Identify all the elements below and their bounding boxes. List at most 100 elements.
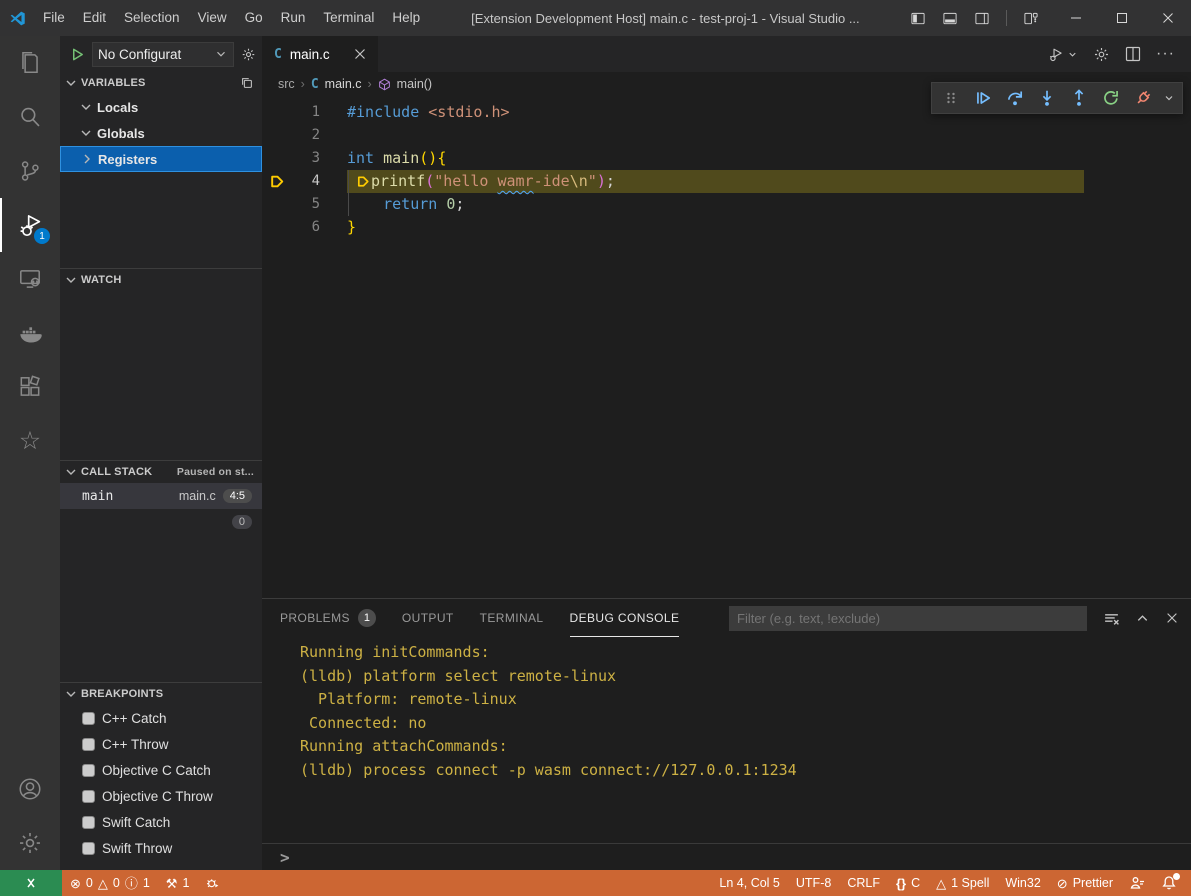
toggle-secondary-sidebar-icon[interactable] xyxy=(974,11,990,26)
language-mode-status[interactable]: {} C xyxy=(888,870,928,896)
breakpoint-row[interactable]: Objective C Throw xyxy=(60,783,262,809)
source-control-icon[interactable] xyxy=(0,144,60,198)
search-icon[interactable] xyxy=(0,90,60,144)
formatter-status[interactable]: ⊘ Prettier xyxy=(1049,870,1121,896)
accounts-icon[interactable] xyxy=(0,762,60,816)
remote-explorer-icon[interactable] xyxy=(0,252,60,306)
code-token: ; xyxy=(455,193,464,216)
cursor-position-status[interactable]: Ln 4, Col 5 xyxy=(711,870,787,896)
start-debug-icon[interactable] xyxy=(70,47,85,62)
breadcrumb-symbol[interactable]: main() xyxy=(397,77,432,91)
menu-view[interactable]: View xyxy=(189,0,236,36)
variables-scope-globals[interactable]: Globals xyxy=(60,120,262,146)
maximize-button[interactable] xyxy=(1099,0,1145,36)
clear-console-icon[interactable] xyxy=(1103,610,1120,627)
variables-header[interactable]: VARIABLES xyxy=(60,72,262,94)
wamr-ide-star-icon[interactable]: ☆ xyxy=(0,414,60,468)
continue-icon[interactable] xyxy=(970,85,996,111)
breakpoint-row[interactable]: Swift Throw xyxy=(60,835,262,861)
breakpoint-checkbox[interactable] xyxy=(82,842,95,855)
panel-tab-problems[interactable]: PROBLEMS1 xyxy=(280,599,376,637)
more-actions-icon[interactable]: ··· xyxy=(1156,45,1175,63)
panel-tab-terminal[interactable]: TERMINAL xyxy=(480,599,544,637)
code-editor[interactable]: 1#include <stdio.h>23int main(){4 printf… xyxy=(262,96,1191,598)
menu-help[interactable]: Help xyxy=(383,0,429,36)
close-button[interactable] xyxy=(1145,0,1191,36)
breakpoint-row[interactable]: C++ Throw xyxy=(60,731,262,757)
menu-file[interactable]: File xyxy=(34,0,74,36)
debug-session-dropdown-icon[interactable] xyxy=(1162,85,1176,111)
breakpoint-checkbox[interactable] xyxy=(82,764,95,777)
toggle-panel-icon[interactable] xyxy=(942,11,958,26)
split-editor-icon[interactable] xyxy=(1125,46,1141,62)
stack-frame-row[interactable]: main main.c 4:5 xyxy=(60,483,262,509)
panel-tab-debug-console[interactable]: DEBUG CONSOLE xyxy=(570,599,680,637)
breadcrumb-file[interactable]: main.c xyxy=(325,77,362,91)
platform-status[interactable]: Win32 xyxy=(997,870,1048,896)
debug-console-output[interactable]: Running initCommands:(lldb) platform sel… xyxy=(262,637,1191,843)
close-panel-icon[interactable] xyxy=(1165,611,1179,625)
restart-icon[interactable] xyxy=(1098,85,1124,111)
minimize-button[interactable] xyxy=(1053,0,1099,36)
editor-settings-gear-icon[interactable] xyxy=(1093,46,1110,63)
call-stack-header[interactable]: CALL STACK Paused on st... xyxy=(60,461,262,483)
debug-console-input[interactable]: > xyxy=(262,843,1191,870)
breakpoint-row[interactable]: Swift Catch xyxy=(60,809,262,835)
variables-scope-locals[interactable]: Locals xyxy=(60,94,262,120)
eol-status[interactable]: CRLF xyxy=(839,870,888,896)
disconnect-icon[interactable] xyxy=(1130,85,1156,111)
variables-scope-registers[interactable]: Registers xyxy=(60,146,262,172)
step-into-icon[interactable] xyxy=(1034,85,1060,111)
settings-gear-icon[interactable] xyxy=(0,816,60,870)
code-token: } xyxy=(347,216,356,239)
code-token: wamr xyxy=(497,170,533,193)
step-out-icon[interactable] xyxy=(1066,85,1092,111)
breakpoint-checkbox[interactable] xyxy=(82,790,95,803)
docker-icon[interactable] xyxy=(0,306,60,360)
customize-layout-icon[interactable] xyxy=(1023,11,1039,26)
menu-terminal[interactable]: Terminal xyxy=(314,0,383,36)
maximize-panel-icon[interactable] xyxy=(1135,611,1150,626)
feedback-icon[interactable] xyxy=(1121,870,1153,896)
drag-handle-icon[interactable] xyxy=(938,85,964,111)
menu-run[interactable]: Run xyxy=(272,0,315,36)
breakpoint-checkbox[interactable] xyxy=(82,712,95,725)
encoding-status[interactable]: UTF-8 xyxy=(788,870,839,896)
breakpoint-checkbox[interactable] xyxy=(82,738,95,751)
panel-tab-output[interactable]: OUTPUT xyxy=(402,599,454,637)
explorer-icon[interactable] xyxy=(0,36,60,90)
extensions-icon[interactable] xyxy=(0,360,60,414)
debug-status[interactable] xyxy=(197,870,229,896)
run-and-debug-icon[interactable]: 1 xyxy=(0,198,60,252)
tab-close-icon[interactable] xyxy=(354,48,366,60)
glyph-margin xyxy=(262,216,292,239)
tab-main-c[interactable]: C main.c xyxy=(262,36,378,72)
problems-status[interactable]: ⊗ 0 △ 0 ⓘ 1 xyxy=(62,870,158,896)
watch-header[interactable]: WATCH xyxy=(60,269,262,291)
notifications-bell-icon[interactable] xyxy=(1153,870,1185,896)
code-token xyxy=(347,193,383,216)
breakpoint-row[interactable]: Objective C Catch xyxy=(60,757,262,783)
step-over-icon[interactable] xyxy=(1002,85,1028,111)
debug-settings-gear-icon[interactable] xyxy=(241,47,256,62)
copy-icon[interactable] xyxy=(240,76,254,90)
breakpoint-row[interactable]: C++ Catch xyxy=(60,705,262,731)
run-or-debug-icon[interactable] xyxy=(1048,46,1078,63)
menu-selection[interactable]: Selection xyxy=(115,0,189,36)
chevron-down-icon xyxy=(63,464,79,480)
debug-config-dropdown[interactable]: No Configurat xyxy=(92,42,234,67)
stack-thread-row[interactable]: 0 xyxy=(60,509,262,535)
menu-edit[interactable]: Edit xyxy=(74,0,115,36)
breakpoints-header[interactable]: BREAKPOINTS xyxy=(60,683,262,705)
tools-status[interactable]: ⚒ 1 xyxy=(158,870,198,896)
error-icon: ⊗ xyxy=(70,877,81,890)
chevron-down-icon xyxy=(214,47,228,61)
menu-go[interactable]: Go xyxy=(236,0,272,36)
breadcrumb-folder[interactable]: src xyxy=(278,77,295,91)
debug-toolbar xyxy=(931,82,1183,114)
breakpoint-checkbox[interactable] xyxy=(82,816,95,829)
toggle-sidebar-icon[interactable] xyxy=(910,11,926,26)
console-filter-input[interactable] xyxy=(729,606,1087,631)
spell-checker-status[interactable]: △ 1 Spell xyxy=(928,870,997,896)
remote-indicator[interactable] xyxy=(0,870,62,896)
